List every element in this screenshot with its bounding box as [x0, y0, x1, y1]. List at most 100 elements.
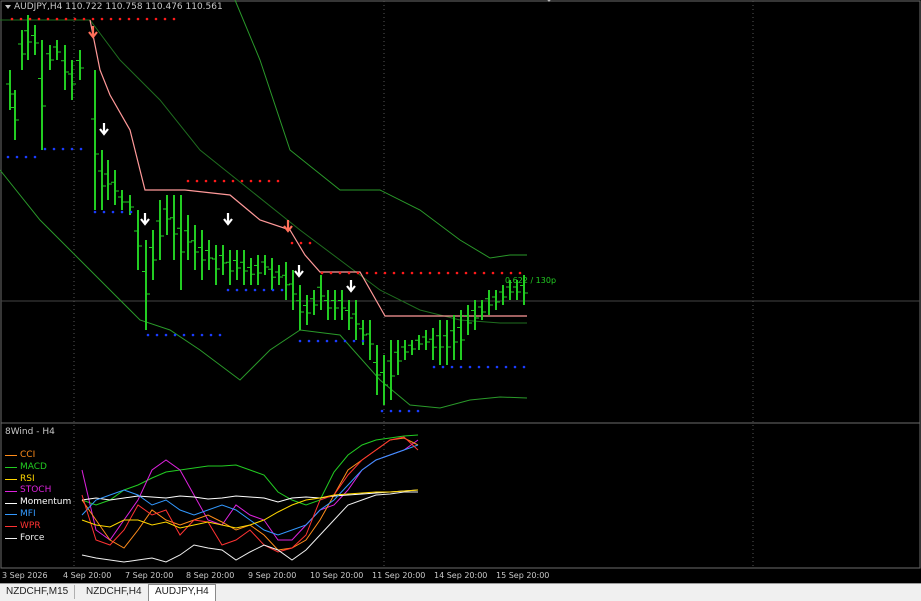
target-label: 0.622 / 130p — [505, 276, 557, 285]
resistance-dots — [276, 179, 280, 183]
resistance-dots — [356, 271, 360, 275]
legend-item-stoch: STOCH — [5, 485, 71, 497]
resistance-dots — [419, 271, 423, 275]
chart-scroll-marker-icon[interactable] — [545, 0, 553, 2]
resistance-dots — [410, 271, 414, 275]
tab-nzdchf-h4[interactable]: NZDCHF,H4 — [80, 585, 149, 599]
support-dots — [218, 333, 222, 337]
support-dots — [271, 288, 275, 292]
resistance-dots — [428, 271, 432, 275]
legend-label: Force — [20, 532, 45, 543]
support-dots — [407, 409, 411, 413]
legend-swatch — [5, 537, 17, 539]
support-dots — [226, 288, 230, 292]
support-dots — [325, 339, 329, 343]
resistance-dots — [258, 179, 262, 183]
resistance-dots — [10, 17, 14, 21]
time-axis-label: 15 Sep 20:00 — [496, 571, 550, 580]
support-dots — [352, 339, 356, 343]
support-dots — [298, 339, 302, 343]
symbol-dropdown-icon[interactable] — [5, 4, 11, 9]
resistance-dots — [154, 17, 158, 21]
support-dots — [52, 147, 56, 151]
indicator-legend: CCI MACD RSI STOCH Momentum MFI WPR Forc… — [5, 450, 71, 544]
resistance-dots — [222, 179, 226, 183]
support-dots — [459, 365, 463, 369]
legend-label: WPR — [20, 520, 41, 531]
support-dots — [173, 333, 177, 337]
support-dots — [253, 288, 257, 292]
resistance-dots — [55, 17, 59, 21]
legend-swatch — [5, 490, 17, 492]
macd-line — [81, 434, 419, 506]
resistance-dots — [91, 17, 95, 21]
resistance-dots — [401, 271, 405, 275]
resistance-dots — [64, 17, 68, 21]
resistance-dots — [374, 271, 378, 275]
support-dots — [495, 365, 499, 369]
support-dots — [102, 210, 106, 214]
support-dots — [235, 288, 239, 292]
legend-item-momentum: Momentum — [5, 497, 71, 509]
support-dots — [244, 288, 248, 292]
tab-audjpy-h4[interactable]: AUDJPY,H4 — [148, 584, 216, 601]
time-axis-label: 14 Sep 20:00 — [434, 571, 488, 580]
wpr-line — [81, 436, 419, 553]
resistance-dots — [392, 271, 396, 275]
rsi-line — [81, 489, 419, 529]
support-dots — [15, 155, 19, 159]
support-dots — [146, 333, 150, 337]
support-dots — [111, 210, 115, 214]
support-dots — [316, 339, 320, 343]
legend-item-cci: CCI — [5, 450, 71, 462]
support-dots — [334, 339, 338, 343]
support-dots — [504, 365, 508, 369]
momentum-line — [81, 489, 419, 503]
support-dots — [441, 365, 445, 369]
support-dots — [468, 365, 472, 369]
resistance-dots — [290, 241, 294, 245]
support-dots — [209, 333, 213, 337]
time-axis-label: 8 Sep 20:00 — [186, 571, 235, 580]
tab-nzdchf-m15[interactable]: NZDCHF,M15 — [0, 585, 76, 599]
support-dots — [307, 339, 311, 343]
time-axis-label: 3 Sep 2026 — [2, 571, 48, 580]
resistance-dots — [172, 17, 176, 21]
resistance-dots — [213, 179, 217, 183]
symbol-quote-text: AUDJPY,H4 110.722 110.758 110.476 110.56… — [14, 2, 223, 12]
price-chart-canvas[interactable] — [0, 0, 921, 583]
support-dots — [280, 288, 284, 292]
resistance-dots — [299, 241, 303, 245]
resistance-dots — [338, 271, 342, 275]
chart-area[interactable]: AUDJPY,H4 110.722 110.758 110.476 110.56… — [0, 0, 921, 583]
legend-item-mfi: MFI — [5, 509, 71, 521]
support-dots — [24, 155, 28, 159]
supertrend-line — [89, 19, 527, 317]
resistance-dots — [163, 17, 167, 21]
support-dots — [262, 288, 266, 292]
legend-label: STOCH — [20, 485, 52, 496]
support-dots — [164, 333, 168, 337]
support-dots — [70, 147, 74, 151]
indicator-title: 8Wind - H4 — [5, 427, 55, 437]
resistance-dots — [100, 17, 104, 21]
support-dots — [416, 409, 420, 413]
time-axis-label: 10 Sep 20:00 — [310, 571, 364, 580]
resistance-dots — [46, 17, 50, 21]
resistance-dots — [267, 179, 271, 183]
support-dots — [120, 210, 124, 214]
resistance-dots — [464, 271, 468, 275]
legend-label: RSI — [20, 473, 35, 484]
time-axis-label: 7 Sep 20:00 — [125, 571, 174, 580]
resistance-dots — [118, 17, 122, 21]
support-dots — [486, 365, 490, 369]
legend-swatch — [5, 478, 17, 480]
resistance-dots — [347, 271, 351, 275]
legend-label: Momentum — [20, 497, 72, 508]
resistance-dots — [518, 271, 522, 275]
support-dots — [398, 409, 402, 413]
legend-swatch — [5, 455, 17, 457]
chart-frame — [0, 0, 921, 569]
legend-item-force: Force — [5, 533, 71, 545]
time-axis-label: 4 Sep 20:00 — [63, 571, 112, 580]
